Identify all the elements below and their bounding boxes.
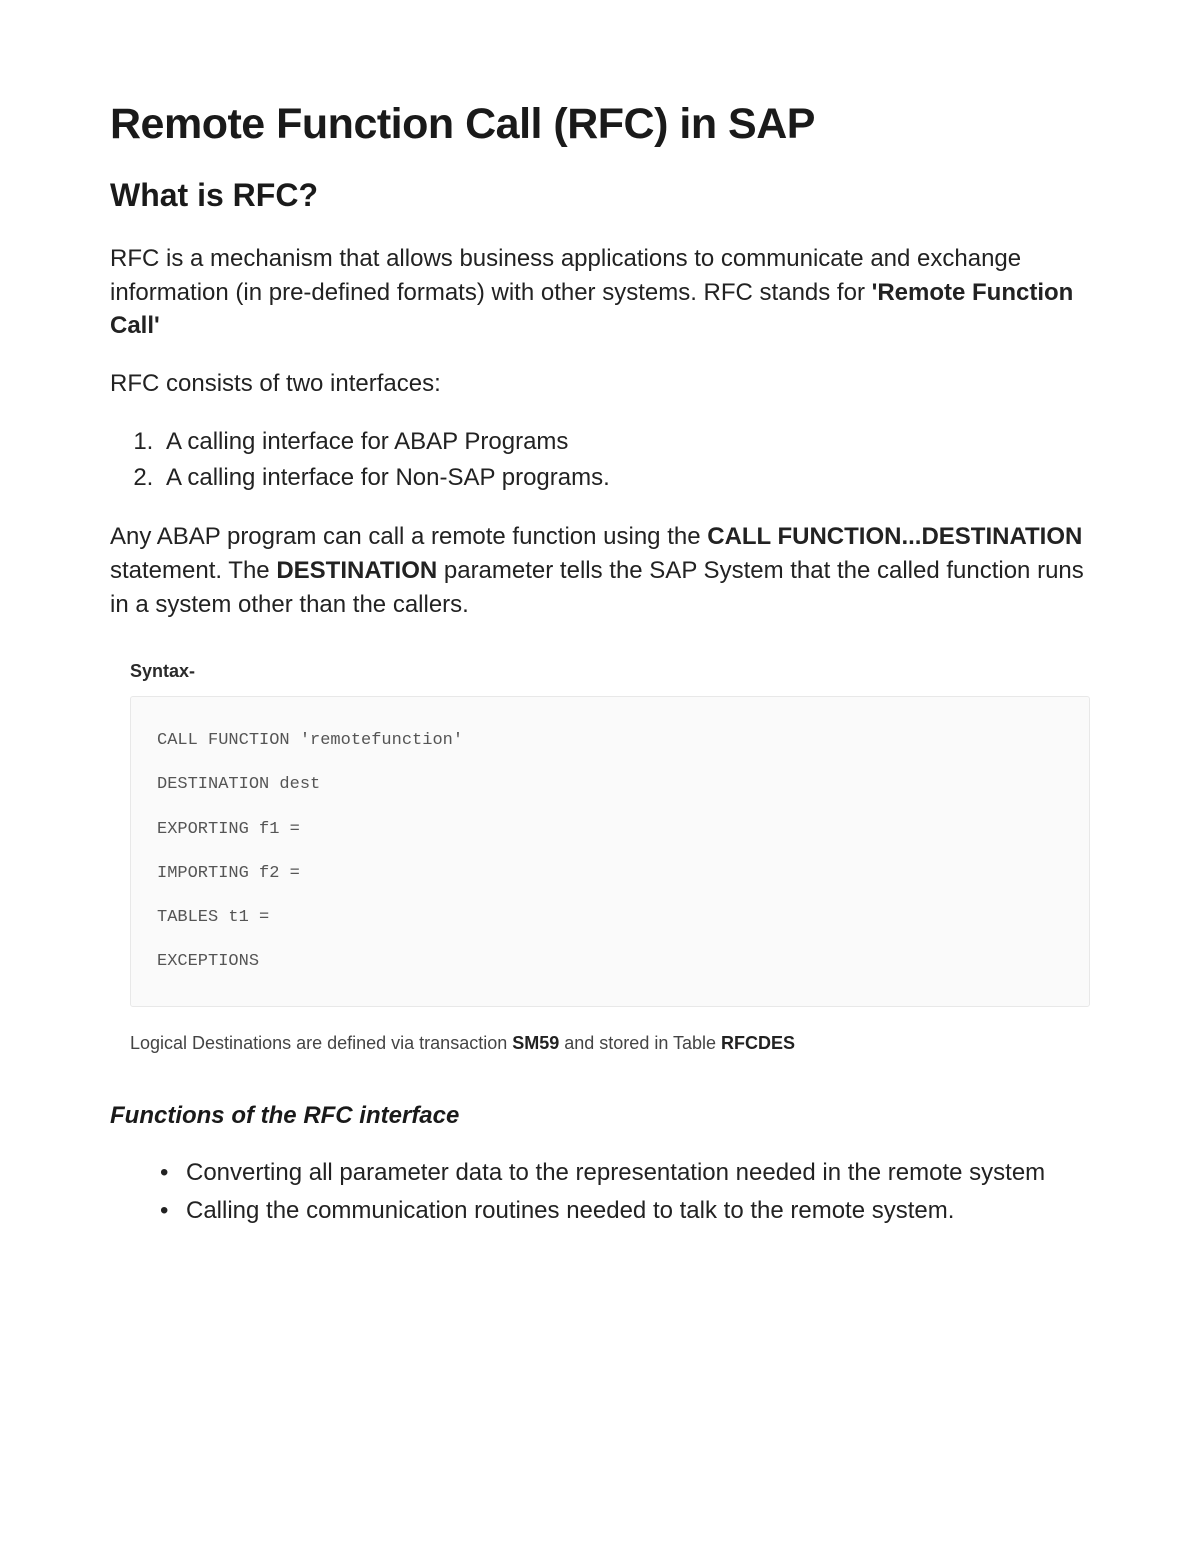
syntax-label: Syntax- bbox=[110, 661, 1090, 682]
note-text: Logical Destinations are defined via tra… bbox=[130, 1033, 512, 1053]
page-title: Remote Function Call (RFC) in SAP bbox=[110, 100, 1090, 149]
code-line: IMPORTING f2 = bbox=[157, 852, 1063, 896]
note-text: and stored in Table bbox=[559, 1033, 721, 1053]
code-line: TABLES t1 = bbox=[157, 896, 1063, 940]
code-line: EXPORTING f1 = bbox=[157, 808, 1063, 852]
logical-destinations-note: Logical Destinations are defined via tra… bbox=[110, 1033, 1090, 1054]
bold-call-function: CALL FUNCTION...DESTINATION bbox=[707, 523, 1082, 550]
text-span: Any ABAP program can call a remote funct… bbox=[110, 523, 707, 550]
code-line: DESTINATION dest bbox=[157, 763, 1063, 807]
list-item: A calling interface for Non-SAP programs… bbox=[160, 460, 1090, 496]
section-heading-functions: Functions of the RFC interface bbox=[110, 1102, 1090, 1130]
code-line: EXCEPTIONS bbox=[157, 940, 1063, 984]
code-line: CALL FUNCTION 'remotefunction' bbox=[157, 719, 1063, 763]
section-heading-what-is-rfc: What is RFC? bbox=[110, 177, 1090, 214]
list-item: Converting all parameter data to the rep… bbox=[160, 1156, 1090, 1190]
list-item: Calling the communication routines neede… bbox=[160, 1194, 1090, 1228]
functions-list: Converting all parameter data to the rep… bbox=[160, 1156, 1090, 1227]
note-bold-sm59: SM59 bbox=[512, 1033, 559, 1053]
text-span: statement. The bbox=[110, 557, 276, 584]
call-function-paragraph: Any ABAP program can call a remote funct… bbox=[110, 520, 1090, 621]
bold-destination: DESTINATION bbox=[276, 557, 437, 584]
list-item: A calling interface for ABAP Programs bbox=[160, 424, 1090, 460]
intro-paragraph-2: RFC consists of two interfaces: bbox=[110, 367, 1090, 401]
note-bold-rfcdes: RFCDES bbox=[721, 1033, 795, 1053]
intro-paragraph-1: RFC is a mechanism that allows business … bbox=[110, 242, 1090, 343]
interfaces-list: A calling interface for ABAP Programs A … bbox=[160, 424, 1090, 496]
syntax-code-block: CALL FUNCTION 'remotefunction' DESTINATI… bbox=[130, 696, 1090, 1007]
